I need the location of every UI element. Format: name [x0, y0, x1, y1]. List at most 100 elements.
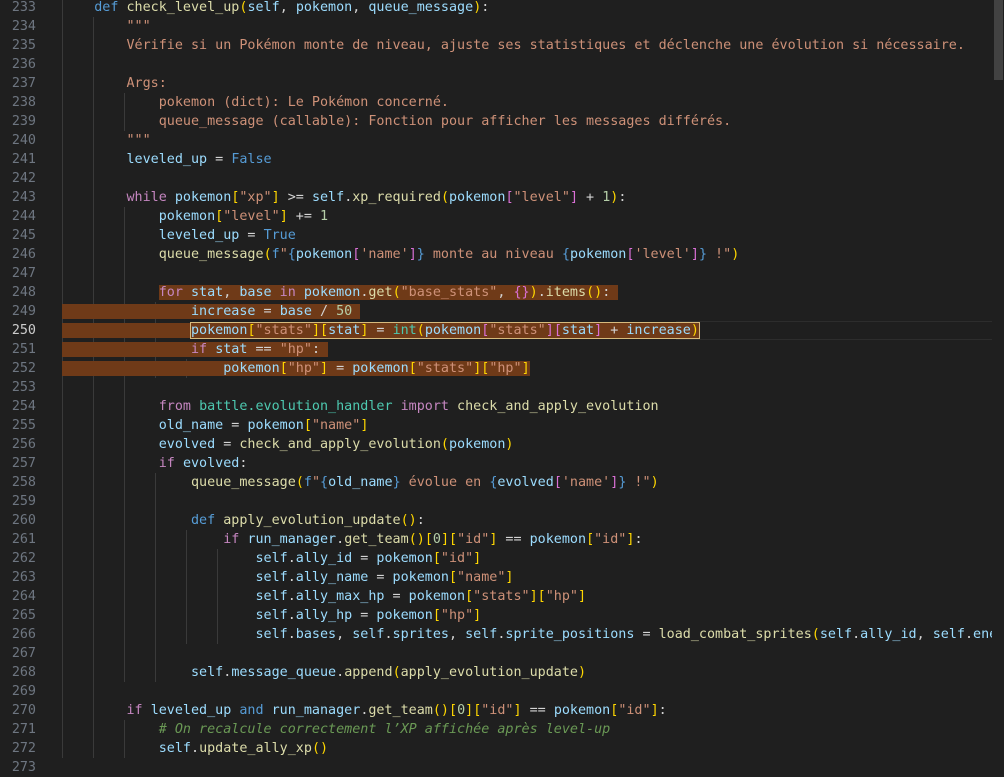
code-line[interactable]: 248 for stat, base in pokemon. get("base_…: [0, 283, 1004, 302]
code-line[interactable]: 254 from battle.evolution_handler import…: [0, 397, 1004, 416]
vertical-scrollbar[interactable]: [992, 0, 1004, 767]
code-token: "level": [513, 190, 570, 205]
code-line[interactable]: 242: [0, 169, 1004, 188]
code-token: 50: [336, 304, 361, 319]
code-line[interactable]: 245 leveled_up = True: [0, 226, 1004, 245]
code-editor[interactable]: 233 def check_level_up(self, pokemon, qu…: [0, 0, 1004, 777]
code-token: apply_evolution_update: [400, 665, 578, 680]
code-line[interactable]: 265 self.ally_hp = pokemon["hp"]: [0, 606, 1004, 625]
code-token: "stats": [416, 361, 474, 376]
code-token: !": [707, 247, 732, 262]
code-line[interactable]: 238 pokemon (dict): Le Pokémon concerné.: [0, 93, 1004, 112]
code-token: """: [126, 133, 151, 148]
code-token: apply_evolution_update: [223, 513, 401, 528]
code-line[interactable]: 241 leveled_up = False: [0, 150, 1004, 169]
code-token: !": [626, 475, 651, 490]
code-line[interactable]: 256 evolved = check_and_apply_evolution(…: [0, 435, 1004, 454]
code-token: increase: [191, 304, 256, 319]
code-token: .: [384, 627, 393, 642]
code-token: get_team: [344, 532, 409, 547]
code-token: run_manager: [247, 532, 337, 547]
code-line[interactable]: 258 queue_message(f"{old_name} évolue en…: [0, 473, 1004, 492]
code-line[interactable]: 233 def check_level_up(self, pokemon, qu…: [0, 0, 1004, 17]
code-line[interactable]: 259: [0, 492, 1004, 511]
line-number: 235: [11, 38, 36, 53]
code-token: .: [191, 741, 200, 756]
code-token: self: [255, 608, 288, 623]
code-token: [: [279, 361, 288, 376]
code-line[interactable]: 244 pokemon["level"] += 1: [0, 207, 1004, 226]
code-line[interactable]: 260 def apply_evolution_update():: [0, 511, 1004, 530]
code-text: def apply_evolution_update():: [62, 511, 425, 530]
code-line[interactable]: 268 self.message_queue.append(apply_evol…: [0, 663, 1004, 682]
code-token: if: [158, 456, 183, 471]
code-token: (): [432, 703, 449, 718]
code-line[interactable]: 273: [0, 758, 1004, 777]
code-token: (: [440, 190, 449, 205]
code-token: (: [392, 285, 401, 300]
code-token: get_team: [368, 703, 433, 718]
code-token: pokemon: [303, 285, 361, 300]
code-token: check_and_apply_evolution: [239, 437, 441, 452]
code-line[interactable]: 253: [0, 378, 1004, 397]
code-token: pokemon: [376, 608, 433, 623]
code-line[interactable]: 236: [0, 55, 1004, 74]
code-line[interactable]: 264 self.ally_max_hp = pokemon["stats"][…: [0, 587, 1004, 606]
code-token: queue_message: [158, 247, 264, 262]
code-line[interactable]: 234 """: [0, 17, 1004, 36]
line-number: 238: [11, 95, 36, 110]
code-token: .: [336, 532, 345, 547]
code-token: self: [255, 589, 288, 604]
code-token: self: [932, 627, 965, 642]
code-line[interactable]: 247: [0, 264, 1004, 283]
code-token: 1: [320, 209, 329, 224]
code-token: pokemon: [529, 532, 587, 547]
code-line[interactable]: 266 self.bases, self.sprites, self.sprit…: [0, 625, 1004, 644]
line-number: 258: [11, 475, 36, 490]
code-line[interactable]: 272 self.update_ally_xp(): [0, 739, 1004, 758]
code-token: ]: [271, 190, 280, 205]
code-line[interactable]: 240 """: [0, 131, 1004, 150]
code-line[interactable]: 235 Vérifie si un Pokémon monte de nivea…: [0, 36, 1004, 55]
code-text: """: [62, 17, 151, 36]
code-token: self: [311, 190, 345, 205]
code-line[interactable]: 269: [0, 682, 1004, 701]
code-token: message_queue: [231, 665, 337, 680]
code-token: if: [223, 532, 248, 547]
code-line[interactable]: 262 self.ally_id = pokemon["id"]: [0, 549, 1004, 568]
code-token: =: [223, 418, 248, 433]
code-line[interactable]: 250 pokemon["stats"][stat] = int(pokemon…: [0, 321, 1004, 340]
code-token: ]: [320, 361, 329, 376]
code-text: if stat == "hp":: [62, 340, 329, 359]
code-token: =: [207, 152, 232, 167]
code-line[interactable]: 252 pokemon["hp"] = pokemon["stats"]["hp…: [0, 359, 1004, 378]
code-token: def: [94, 0, 127, 15]
code-line[interactable]: 246 queue_message(f"{pokemon['name']} mo…: [0, 245, 1004, 264]
line-number: 273: [11, 760, 36, 775]
code-line[interactable]: 251 if stat == "hp":: [0, 340, 1004, 359]
code-token: self: [255, 570, 288, 585]
code-token: 'level': [634, 247, 691, 262]
code-line[interactable]: 267: [0, 644, 1004, 663]
code-token: queue_message (callable): Fonction pour …: [158, 114, 732, 129]
code-token: while: [126, 190, 175, 205]
code-text: if run_manager.get_team()[0]["id"] == po…: [62, 530, 642, 549]
code-line[interactable]: 237 Args:: [0, 74, 1004, 93]
code-line[interactable]: 243 while pokemon["xp"] >= self.xp_requi…: [0, 188, 1004, 207]
line-number: 256: [11, 437, 36, 452]
code-token: ]: [408, 247, 417, 262]
code-token: leveled_up: [126, 152, 208, 167]
code-line[interactable]: 263 self.ally_name = pokemon["name"]: [0, 568, 1004, 587]
code-text: # On recalcule correctement l’XP affiché…: [62, 720, 610, 739]
line-number: 253: [11, 380, 36, 395]
code-line[interactable]: 271 # On recalcule correctement l’XP aff…: [0, 720, 1004, 739]
code-token: "stats": [255, 323, 312, 338]
code-line[interactable]: 257 if evolved:: [0, 454, 1004, 473]
code-line[interactable]: 239 queue_message (callable): Fonction p…: [0, 112, 1004, 131]
scrollbar-thumb[interactable]: [994, 0, 1003, 80]
code-line[interactable]: 270 if leveled_up and run_manager.get_te…: [0, 701, 1004, 720]
code-token: (: [416, 323, 425, 338]
code-line[interactable]: 249 increase = base / 50: [0, 302, 1004, 321]
code-line[interactable]: 255 old_name = pokemon["name"]: [0, 416, 1004, 435]
code-line[interactable]: 261 if run_manager.get_team()[0]["id"] =…: [0, 530, 1004, 549]
